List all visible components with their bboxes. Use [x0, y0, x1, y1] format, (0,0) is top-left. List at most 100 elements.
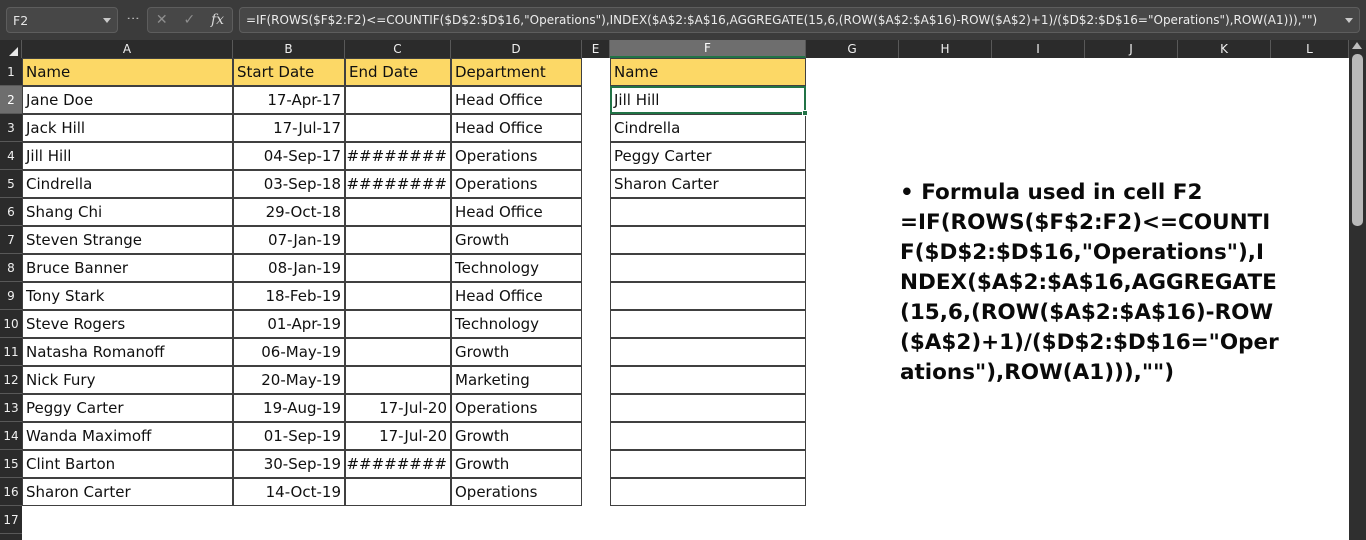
result-cell[interactable] [610, 366, 806, 394]
select-all-corner[interactable] [0, 40, 22, 58]
table-row[interactable]: 18-Feb-19 [233, 282, 345, 310]
row-header-6[interactable]: 6 [0, 198, 22, 226]
row-header-12[interactable]: 12 [0, 366, 22, 394]
table-row[interactable]: 03-Sep-18 [233, 170, 345, 198]
column-header-L[interactable]: L [1271, 40, 1349, 58]
table-row[interactable]: ########## [345, 170, 451, 198]
table-row[interactable]: Technology [451, 310, 582, 338]
result-cell[interactable] [610, 198, 806, 226]
table-row[interactable]: Operations [451, 170, 582, 198]
result-cell[interactable] [610, 310, 806, 338]
table-row[interactable]: Technology [451, 254, 582, 282]
column-header-F[interactable]: F [610, 40, 806, 58]
chevron-down-icon[interactable] [103, 17, 111, 23]
table-row[interactable] [345, 478, 451, 506]
table-row[interactable]: 30-Sep-19 [233, 450, 345, 478]
table-row[interactable]: 20-May-19 [233, 366, 345, 394]
column-header-B[interactable]: B [233, 40, 345, 58]
table-row[interactable]: 19-Aug-19 [233, 394, 345, 422]
row-header-1[interactable]: 1 [0, 58, 22, 86]
table-row[interactable]: Wanda Maximoff [22, 422, 233, 450]
column-header-A[interactable]: A [22, 40, 233, 58]
table-row[interactable] [345, 198, 451, 226]
table-row[interactable]: Steven Strange [22, 226, 233, 254]
table-row[interactable]: Cindrella [22, 170, 233, 198]
column-header-J[interactable]: J [1085, 40, 1178, 58]
table-header-A[interactable]: Name [22, 58, 233, 86]
table-row[interactable]: Tony Stark [22, 282, 233, 310]
table-row[interactable] [345, 114, 451, 142]
result-cell[interactable]: Peggy Carter [610, 142, 806, 170]
table-row[interactable]: 01-Apr-19 [233, 310, 345, 338]
result-cell[interactable] [610, 254, 806, 282]
row-header-14[interactable]: 14 [0, 422, 22, 450]
scroll-up-arrow-icon[interactable] [1352, 42, 1362, 49]
result-cell[interactable] [610, 338, 806, 366]
table-row[interactable]: 17-Jul-20 [345, 394, 451, 422]
column-header-G[interactable]: G [806, 40, 899, 58]
table-row[interactable]: 08-Jan-19 [233, 254, 345, 282]
table-row[interactable] [345, 282, 451, 310]
result-cell[interactable]: Cindrella [610, 114, 806, 142]
row-header-7[interactable]: 7 [0, 226, 22, 254]
result-cell[interactable] [610, 450, 806, 478]
result-cell[interactable]: Jill Hill [610, 86, 806, 114]
row-header-4[interactable]: 4 [0, 142, 22, 170]
result-header[interactable]: Name [610, 58, 806, 86]
name-box[interactable]: F2 [6, 7, 118, 33]
table-row[interactable]: 01-Sep-19 [233, 422, 345, 450]
table-row[interactable]: Sharon Carter [22, 478, 233, 506]
table-row[interactable]: Operations [451, 394, 582, 422]
column-header-K[interactable]: K [1178, 40, 1271, 58]
table-row[interactable]: Shang Chi [22, 198, 233, 226]
table-row[interactable]: Nick Fury [22, 366, 233, 394]
result-cell[interactable] [610, 478, 806, 506]
table-row[interactable]: Peggy Carter [22, 394, 233, 422]
table-header-D[interactable]: Department [451, 58, 582, 86]
more-options-icon[interactable]: ⋮ [125, 12, 140, 28]
table-row[interactable]: Growth [451, 338, 582, 366]
row-header-17[interactable]: 17 [0, 506, 22, 534]
cancel-icon[interactable]: ✕ [156, 13, 168, 27]
table-row[interactable]: Head Office [451, 198, 582, 226]
table-row[interactable]: Jane Doe [22, 86, 233, 114]
insert-function-icon[interactable]: fx [211, 12, 224, 28]
row-header-11[interactable]: 11 [0, 338, 22, 366]
table-row[interactable]: Steve Rogers [22, 310, 233, 338]
table-header-B[interactable]: Start Date [233, 58, 345, 86]
row-header-13[interactable]: 13 [0, 394, 22, 422]
table-row[interactable]: Growth [451, 450, 582, 478]
table-row[interactable]: Head Office [451, 114, 582, 142]
table-row[interactable]: Head Office [451, 282, 582, 310]
table-row[interactable]: 17-Apr-17 [233, 86, 345, 114]
row-header-15[interactable]: 15 [0, 450, 22, 478]
result-cell[interactable] [610, 394, 806, 422]
table-row[interactable]: Growth [451, 226, 582, 254]
table-row[interactable]: 07-Jan-19 [233, 226, 345, 254]
table-row[interactable] [345, 338, 451, 366]
row-header-9[interactable]: 9 [0, 282, 22, 310]
fill-handle[interactable] [802, 110, 808, 116]
table-row[interactable]: Jack Hill [22, 114, 233, 142]
result-cell[interactable] [610, 422, 806, 450]
column-header-H[interactable]: H [899, 40, 992, 58]
table-row[interactable]: Growth [451, 422, 582, 450]
table-row[interactable] [345, 366, 451, 394]
row-header-10[interactable]: 10 [0, 310, 22, 338]
result-cell[interactable]: Sharon Carter [610, 170, 806, 198]
table-row[interactable] [345, 310, 451, 338]
table-row[interactable]: ########## [345, 450, 451, 478]
table-header-C[interactable]: End Date [345, 58, 451, 86]
vertical-scrollbar[interactable] [1349, 40, 1366, 540]
column-header-E[interactable]: E [582, 40, 610, 58]
table-row[interactable] [345, 86, 451, 114]
column-header-D[interactable]: D [451, 40, 582, 58]
formula-expand-chevron-icon[interactable] [1345, 17, 1353, 23]
table-row[interactable]: Natasha Romanoff [22, 338, 233, 366]
result-cell[interactable] [610, 226, 806, 254]
result-cell[interactable] [610, 282, 806, 310]
table-row[interactable]: Jill Hill [22, 142, 233, 170]
table-row[interactable]: 29-Oct-18 [233, 198, 345, 226]
table-row[interactable]: Operations [451, 142, 582, 170]
table-row[interactable]: 17-Jul-17 [233, 114, 345, 142]
